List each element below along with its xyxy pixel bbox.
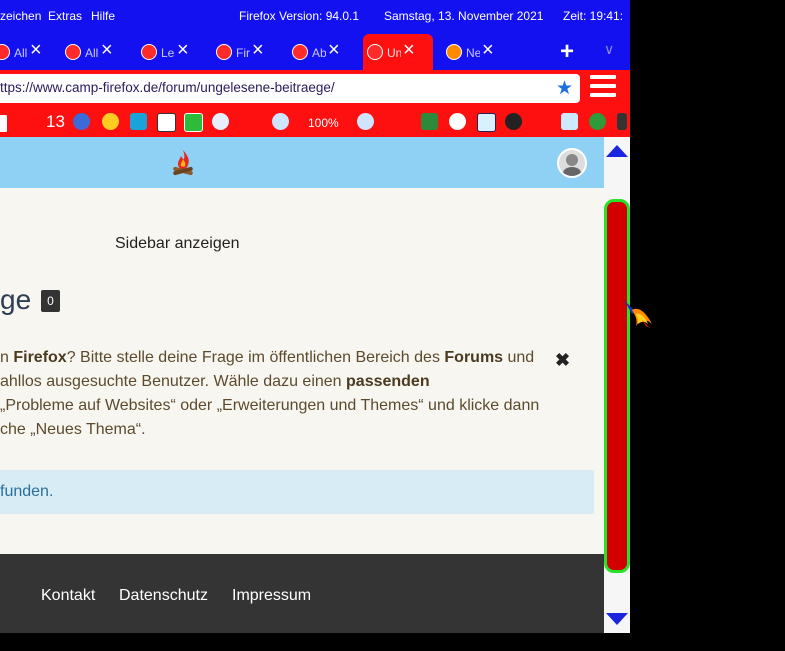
notice-line: ahllos ausgesuchte Benutzer. Wähle dazu … [0, 373, 430, 390]
notice-line: che „Neues Thema“. [0, 421, 146, 438]
tab-count-label: 13 [46, 112, 65, 131]
campfire-logo-icon[interactable] [170, 148, 196, 178]
tab-6-active[interactable]: Un × [363, 34, 433, 70]
firefox-version-label: Firefox Version: 94.0.1 [239, 9, 360, 23]
tab-label: Alle [85, 46, 99, 60]
site-header [0, 137, 604, 188]
dismiss-notice-button[interactable]: ✖ [555, 350, 570, 371]
close-icon[interactable]: × [30, 40, 42, 60]
bookmark-star-icon[interactable]: ★ [556, 77, 573, 100]
firefox-forum-icon [0, 44, 10, 60]
notice-box: n Firefox? Bitte stelle deine Frage im ö… [0, 346, 575, 442]
page-title: ge [0, 284, 32, 315]
firefox-logo-icon [446, 44, 462, 60]
firefox-forum-icon [367, 44, 383, 60]
firefox-forum-icon [65, 44, 81, 60]
target-icon[interactable] [449, 113, 466, 130]
rocket-cursor-icon [622, 298, 656, 334]
smiley-icon[interactable] [102, 113, 119, 130]
menu-bar: zeichen Extras Hilfe Firefox Version: 94… [0, 0, 630, 33]
hamburger-menu-icon[interactable] [590, 75, 616, 101]
screenshot-icon[interactable] [505, 113, 522, 130]
settings-icon[interactable] [212, 113, 229, 130]
time-label: Zeit: 19:41: [563, 9, 624, 23]
bookmark-flag-icon[interactable] [421, 113, 438, 130]
footer-link-datenschutz[interactable]: Datenschutz [119, 587, 208, 605]
firefox-forum-icon [216, 44, 232, 60]
zoom-in-icon[interactable] [357, 113, 374, 130]
tab-label: Un [387, 46, 401, 60]
tab-label: Les [161, 46, 175, 60]
sidebar-toggle-link[interactable]: Sidebar anzeigen [115, 235, 240, 253]
gem-icon[interactable] [561, 113, 578, 130]
firefox-forum-icon [141, 44, 157, 60]
close-icon[interactable]: × [328, 40, 340, 60]
menu-item-zeichen[interactable]: zeichen [0, 9, 41, 23]
info-message: funden. [0, 483, 54, 500]
tab-7[interactable]: Ne × [442, 36, 512, 68]
tab-1[interactable]: Alle × [0, 36, 60, 68]
date-label: Samstag, 13. November 2021 [384, 9, 544, 23]
close-icon[interactable]: × [101, 40, 113, 60]
save-icon[interactable] [477, 113, 496, 132]
url-text[interactable]: ttps://www.camp-firefox.de/forum/ungeles… [0, 80, 335, 95]
firefox-forum-icon [292, 44, 308, 60]
crossed-box-icon[interactable] [157, 113, 176, 132]
close-icon[interactable]: × [177, 40, 189, 60]
puzzle-icon[interactable] [130, 113, 147, 130]
scrollbar-thumb[interactable] [604, 199, 630, 573]
footer-link-kontakt[interactable]: Kontakt [41, 587, 95, 605]
menu-item-extras[interactable]: Extras [48, 9, 82, 23]
tab-2[interactable]: Alle × [61, 36, 131, 68]
tab-5[interactable]: Ab × [288, 36, 358, 68]
footer-link-impressum[interactable]: Impressum [232, 587, 311, 605]
zoom-level[interactable]: 100% [308, 116, 339, 130]
scroll-up-arrow-icon[interactable] [606, 145, 628, 157]
tools-icon[interactable] [184, 113, 203, 132]
info-box [0, 470, 594, 514]
new-tab-button[interactable]: + [560, 38, 574, 66]
close-icon[interactable]: × [403, 40, 415, 60]
notice-line: n Firefox? Bitte stelle deine Frage im ö… [0, 349, 535, 366]
tab-label: Fir [236, 46, 250, 60]
menu-item-hilfe[interactable]: Hilfe [91, 9, 115, 23]
tab-label: Ab [312, 46, 326, 60]
grid-icon[interactable] [0, 113, 9, 134]
list-all-tabs-button[interactable]: ∨ [604, 41, 614, 58]
scroll-down-arrow-icon[interactable] [606, 613, 628, 625]
tab-3[interactable]: Les × [137, 36, 207, 68]
unread-count-badge: 0 [41, 290, 60, 312]
tab-4[interactable]: Fir × [212, 36, 282, 68]
reload-icon[interactable] [73, 113, 90, 130]
zoom-out-icon[interactable] [272, 113, 289, 130]
close-icon[interactable]: × [482, 40, 494, 60]
close-icon[interactable]: × [252, 40, 264, 60]
tab-label: Ne [466, 46, 480, 60]
notice-line: „Probleme auf Websites“ oder „Erweiterun… [0, 397, 540, 414]
extension-icon[interactable] [617, 113, 627, 130]
user-avatar[interactable] [557, 148, 587, 178]
tab-label: Alle [14, 46, 28, 60]
grade-badge-icon[interactable] [589, 113, 606, 130]
